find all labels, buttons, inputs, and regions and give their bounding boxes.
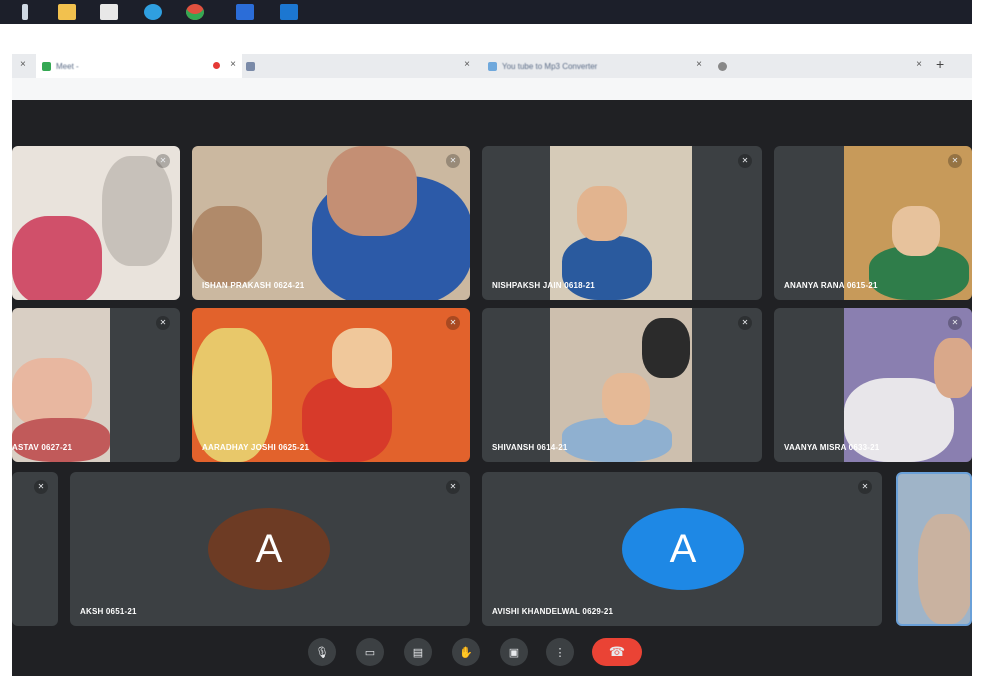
tab-close-button[interactable]: × [20,59,26,70]
tab-meet[interactable]: Meet - × [36,54,242,78]
video-feed [642,318,690,378]
tab-close-button[interactable]: × [696,59,702,70]
tab-close-button[interactable]: × [916,59,922,70]
mic-muted-icon: ✕ [446,316,460,330]
mic-muted-icon: ✕ [738,316,752,330]
meet-icon [42,61,51,71]
video-feed [602,373,650,425]
tab-close-button[interactable]: × [230,59,236,70]
more-options-button[interactable]: ⋮ [546,638,574,666]
video-feed [892,206,940,256]
converter-icon [488,61,497,71]
hang-up-button[interactable]: ☎ [592,638,642,666]
self-view-tile[interactable] [896,472,972,626]
browser-tab-strip: × Meet - × × You tube to Mp3 Converter ×… [12,54,972,78]
participant-name: AVISHI KHANDELWAL 0629-21 [492,607,614,616]
tab-label: Meet - [56,61,79,71]
document-icon [246,61,255,71]
chrome-icon[interactable] [186,4,204,20]
participant-tile[interactable]: ✕ VAANYA MISRA 0633-21 [774,308,972,462]
video-feed [934,338,972,398]
call-controls: 🎙 ▭ ▤ ✋ ▣ ⋮ ☎ [12,628,972,676]
video-feed [327,146,417,236]
tab-document[interactable]: × [246,54,476,78]
captions-button[interactable]: ▤ [404,638,432,666]
video-feed [577,186,627,241]
video-feed [192,328,272,462]
globe-icon [718,61,727,71]
video-feed [12,216,102,300]
participant-tile[interactable]: ✕ ASTAV 0627-21 [12,308,180,462]
windows-icon[interactable] [22,4,28,20]
participant-name: SHIVANSH 0614-21 [492,443,568,452]
participant-tile[interactable]: ✕ SHIVANSH 0614-21 [482,308,762,462]
video-feed [918,514,970,624]
windows-taskbar [0,0,972,24]
video-feed [12,418,110,462]
participant-name: ASTAV 0627-21 [12,443,73,452]
video-feed [562,236,652,300]
mic-toggle-button[interactable]: 🎙 [308,638,336,666]
media-icon[interactable] [280,4,298,20]
avatar: A [208,508,330,590]
participant-tile[interactable]: ✕ ISHAN PRAKASH 0624-21 [192,146,470,300]
mic-muted-icon: ✕ [156,316,170,330]
edge-icon[interactable] [144,4,162,20]
tab-label: You tube to Mp3 Converter [502,61,598,71]
mic-muted-icon: ✕ [446,154,460,168]
video-feed [192,206,262,286]
new-tab-button[interactable]: + [936,56,944,72]
participant-tile[interactable]: A ✕ AVISHI KHANDELWAL 0629-21 [482,472,882,626]
participant-name: ANANYA RANA 0615-21 [784,281,878,290]
participant-tile[interactable]: ✕ NISHPAKSH JAIN 0618-21 [482,146,762,300]
camera-toggle-button[interactable]: ▭ [356,638,384,666]
file-explorer-icon[interactable] [58,4,76,20]
mic-muted-icon: ✕ [34,480,48,494]
word-icon[interactable] [236,4,254,20]
address-bar[interactable] [12,78,972,100]
participant-name: AARADHAY JOSHI 0625-21 [202,443,310,452]
participant-tile[interactable]: ✕ [12,472,58,626]
video-feed [102,156,172,266]
meet-call-area: ✕ ✕ ISHAN PRAKASH 0624-21 ✕ NISHPAKSH JA… [12,100,972,676]
participant-name: ISHAN PRAKASH 0624-21 [202,281,305,290]
participant-tile[interactable]: ✕ AARADHAY JOSHI 0625-21 [192,308,470,462]
store-icon[interactable] [100,4,118,20]
participant-name: NISHPAKSH JAIN 0618-21 [492,281,595,290]
tab-other[interactable]: × [718,54,928,78]
mic-muted-icon: ✕ [446,480,460,494]
participant-tile[interactable]: ✕ [12,146,180,300]
mic-muted-icon: ✕ [948,154,962,168]
raise-hand-button[interactable]: ✋ [452,638,480,666]
present-button[interactable]: ▣ [500,638,528,666]
mic-muted-icon: ✕ [948,316,962,330]
participant-name: VAANYA MISRA 0633-21 [784,443,880,452]
video-feed [302,378,392,462]
tab-close-button[interactable]: × [464,59,470,70]
video-feed [332,328,392,388]
tab-youtube-mp3[interactable]: You tube to Mp3 Converter × [488,54,708,78]
participant-tile[interactable]: ✕ ANANYA RANA 0615-21 [774,146,972,300]
recording-icon [213,62,220,69]
avatar: A [622,508,744,590]
participant-tile[interactable]: A ✕ AKSH 0651-21 [70,472,470,626]
participant-name: AKSH 0651-21 [80,607,137,616]
mic-muted-icon: ✕ [858,480,872,494]
mic-muted-icon: ✕ [156,154,170,168]
mic-muted-icon: ✕ [738,154,752,168]
